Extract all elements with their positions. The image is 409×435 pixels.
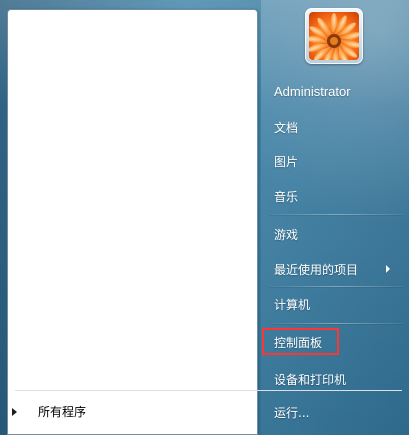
computer-link[interactable]: 计算机 — [264, 290, 394, 318]
menu-separator — [270, 214, 402, 215]
games-label: 游戏 — [274, 227, 299, 242]
pictures-label: 图片 — [274, 154, 299, 169]
documents-link[interactable]: 文档 — [264, 113, 394, 141]
right-pane-links: Administrator 文档 图片 音乐 游戏 最近使用的项目 计算机 控制… — [264, 0, 402, 435]
recent-items-label: 最近使用的项目 — [274, 262, 359, 277]
music-label: 音乐 — [274, 189, 299, 204]
user-folder-link[interactable]: Administrator — [264, 77, 394, 105]
menu-separator — [270, 323, 402, 324]
control-panel-label: 控制面板 — [274, 335, 323, 350]
run-label: 运行... — [274, 405, 310, 420]
play-triangle-icon — [12, 407, 17, 416]
menu-separator — [270, 286, 402, 287]
devices-and-printers-label: 设备和打印机 — [274, 372, 347, 387]
pictures-link[interactable]: 图片 — [264, 147, 394, 175]
computer-label: 计算机 — [274, 297, 311, 312]
games-link[interactable]: 游戏 — [264, 220, 394, 248]
recent-items-link[interactable]: 最近使用的项目 — [264, 255, 394, 283]
run-link[interactable]: 运行... — [264, 398, 394, 426]
windows-start-menu: 所有程序 Administrator 文档 图片 音乐 游戏 最近使用的项目 计… — [0, 0, 409, 435]
all-programs-button[interactable]: 所有程序 — [4, 399, 243, 423]
control-panel-link[interactable]: 控制面板 — [264, 328, 394, 356]
documents-label: 文档 — [274, 120, 299, 135]
music-link[interactable]: 音乐 — [264, 182, 394, 210]
user-name: Administrator — [274, 83, 351, 99]
chevron-right-icon — [386, 265, 390, 273]
program-list-pane — [7, 9, 258, 435]
devices-and-printers-link[interactable]: 设备和打印机 — [264, 365, 394, 393]
all-programs-label: 所有程序 — [38, 404, 87, 419]
